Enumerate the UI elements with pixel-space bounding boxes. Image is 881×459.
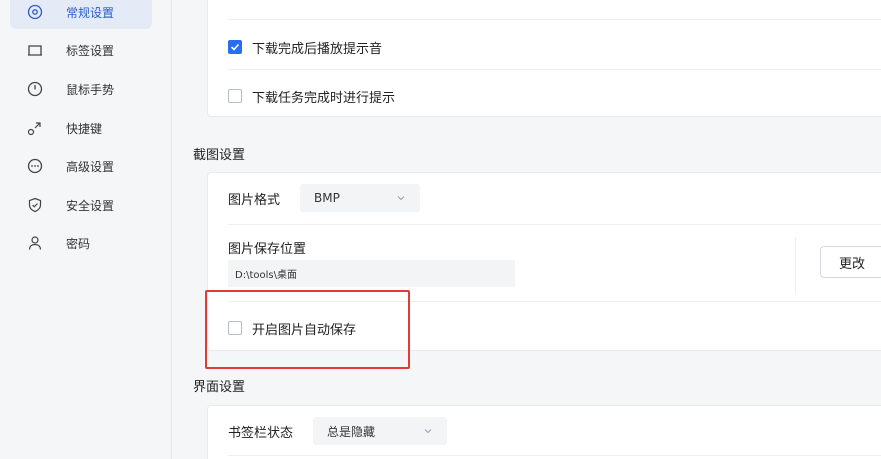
target-icon [26, 3, 44, 21]
sidebar-item-label: 高级设置 [66, 159, 115, 174]
settings-main: 下载完成后播放提示音 下载任务完成时进行提示 截图设置 图片格式 BMP 图片保… [172, 0, 881, 459]
screenshot-settings-card: 图片格式 BMP 图片保存位置 D:\tools\桌面 更改 开启图片自动保存 [207, 172, 881, 351]
image-format-row: 图片格式 BMP [228, 184, 881, 212]
image-format-label: 图片格式 [228, 192, 281, 208]
save-location-label: 图片保存位置 [228, 241, 307, 257]
divider [228, 19, 881, 20]
image-format-select[interactable]: BMP [300, 184, 421, 212]
sidebar-item-label: 常规设置 [66, 5, 115, 20]
download-options-card: 下载完成后播放提示音 下载任务完成时进行提示 [207, 0, 881, 117]
play-sound-row[interactable]: 下载完成后播放提示音 [228, 37, 881, 57]
gesture-icon [26, 80, 44, 98]
chevron-down-icon [424, 429, 432, 434]
sidebar-item-label: 密码 [66, 236, 91, 251]
bookmark-bar-select[interactable]: 总是隐藏 [313, 417, 448, 445]
sidebar-item-security[interactable]: 安全设置 [10, 188, 152, 222]
sidebar-item-label: 鼠标手势 [66, 82, 115, 97]
sidebar-item-shortcuts[interactable]: 快捷键 [10, 111, 152, 145]
sidebar-item-tabs[interactable]: 标签设置 [10, 33, 152, 67]
bookmark-bar-row: 书签栏状态 总是隐藏 [228, 417, 881, 445]
divider [228, 224, 881, 225]
save-path-field[interactable]: D:\tools\桌面 [228, 260, 515, 287]
divider [228, 301, 881, 302]
task-notify-label: 下载任务完成时进行提示 [252, 90, 396, 106]
change-path-button[interactable]: 更改 [820, 246, 881, 278]
divider [228, 69, 881, 70]
screenshot-section-title: 截图设置 [193, 148, 246, 163]
sidebar-item-mouse-gesture[interactable]: 鼠标手势 [10, 72, 152, 106]
sidebar-item-label: 安全设置 [66, 198, 115, 213]
ui-section-title: 界面设置 [193, 380, 246, 395]
auto-save-label: 开启图片自动保存 [252, 322, 357, 338]
sidebar-item-general[interactable]: 常规设置 [10, 0, 152, 29]
play-sound-checkbox[interactable] [228, 40, 242, 54]
sidebar-item-password[interactable]: 密码 [10, 226, 152, 260]
bookmark-bar-value: 总是隐藏 [327, 424, 376, 439]
play-sound-label: 下载完成后播放提示音 [252, 41, 383, 57]
settings-sidebar: 常规设置 标签设置 鼠标手势 快捷键 高级设置 安全设置 密码 [0, 0, 172, 459]
task-notify-row[interactable]: 下载任务完成时进行提示 [228, 86, 881, 106]
chevron-down-icon [397, 196, 405, 201]
image-format-value: BMP [314, 191, 340, 205]
save-location-row: 图片保存位置 [228, 238, 881, 257]
shield-icon [26, 196, 44, 214]
sidebar-item-label: 标签设置 [66, 43, 115, 58]
sidebar-item-advanced[interactable]: 高级设置 [10, 149, 152, 183]
ui-settings-card: 书签栏状态 总是隐藏 [207, 405, 881, 459]
divider [795, 237, 796, 293]
auto-save-checkbox[interactable] [228, 321, 242, 335]
tab-icon [26, 41, 44, 59]
task-notify-checkbox[interactable] [228, 89, 242, 103]
save-path-value: D:\tools\桌面 [235, 270, 297, 281]
user-icon [26, 234, 44, 252]
auto-save-row[interactable]: 开启图片自动保存 [228, 318, 881, 338]
more-icon [26, 157, 44, 175]
shortcut-icon [26, 119, 44, 137]
bookmark-bar-label: 书签栏状态 [228, 425, 294, 441]
divider [228, 455, 881, 456]
sidebar-item-label: 快捷键 [66, 121, 103, 136]
